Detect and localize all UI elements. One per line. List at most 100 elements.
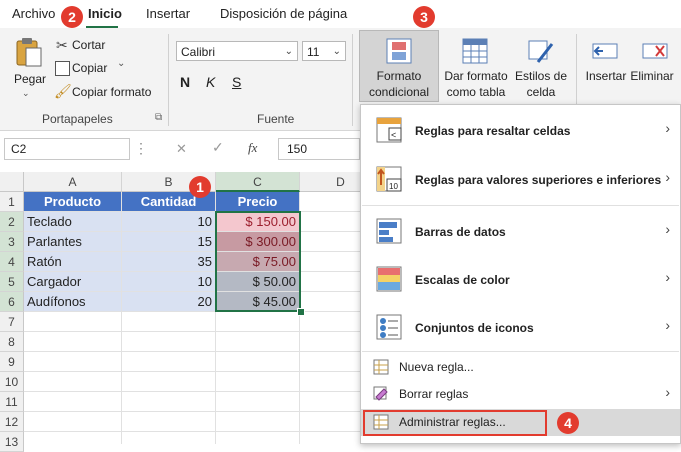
fx-button[interactable]: fx [248, 140, 257, 156]
svg-text:<: < [391, 130, 396, 140]
cancel-icon[interactable]: ✕ [176, 141, 187, 157]
copy-icon[interactable] [55, 61, 70, 76]
table-cell-qty[interactable]: 10 [122, 212, 216, 232]
italic-button[interactable]: K [206, 74, 215, 90]
row-header[interactable]: 11 [0, 392, 24, 412]
table-cell-price[interactable]: $ 75.00 [216, 252, 300, 272]
table-cell-qty[interactable]: 35 [122, 252, 216, 272]
fill-handle[interactable] [297, 308, 305, 316]
row-header[interactable]: 12 [0, 412, 24, 432]
table-header-cell[interactable]: Precio [216, 192, 300, 212]
formula-value: 150 [287, 142, 308, 156]
cell-styles-icon [528, 38, 554, 64]
bold-button[interactable]: N [180, 74, 190, 90]
delete-cells-icon [642, 38, 668, 64]
paste-icon[interactable] [14, 36, 44, 68]
row-header[interactable]: 13 [0, 432, 24, 452]
table-cell-product[interactable]: Cargador [24, 272, 122, 292]
select-all-corner[interactable] [0, 172, 24, 192]
chevron-right-icon: › [665, 169, 670, 185]
row-header[interactable]: 4 [0, 252, 24, 272]
icon-sets-label: Conjuntos de iconos [415, 321, 534, 335]
paste-button[interactable]: Pegar [14, 72, 46, 86]
more-options-icon[interactable]: ⋮ [134, 140, 148, 157]
copy-button[interactable]: Copiar [72, 61, 107, 75]
step-badge-2: 2 [61, 6, 83, 28]
chevron-right-icon: › [665, 317, 670, 333]
clipboard-group-label: Portapapeles [42, 112, 113, 126]
table-cell-product[interactable]: Parlantes [24, 232, 122, 252]
table-cell-product[interactable]: Ratón [24, 252, 122, 272]
dialog-launcher-icon[interactable]: ⧉ [155, 112, 162, 123]
row-header[interactable]: 1 [0, 192, 24, 212]
row-header[interactable]: 10 [0, 372, 24, 392]
table-cell-qty[interactable]: 20 [122, 292, 216, 312]
scissors-icon[interactable]: ✂ [56, 37, 68, 54]
new-rule-icon [373, 359, 389, 375]
menu-item-highlight-rules[interactable]: < Reglas para resaltar celdas › [361, 106, 680, 154]
row-header[interactable]: 7 [0, 312, 24, 332]
table-cell-qty[interactable]: 10 [122, 272, 216, 292]
data-bars-label: Barras de datos [415, 225, 506, 239]
format-as-table-label-1[interactable]: Dar formato [440, 68, 512, 84]
tab-insertar[interactable]: Insertar [146, 6, 190, 21]
menu-divider [362, 205, 679, 206]
font-size-select[interactable]: 11 ⌄ [302, 41, 346, 61]
column-header-a[interactable]: A [24, 172, 122, 192]
row-header[interactable]: 6 [0, 292, 24, 312]
divider [352, 34, 353, 126]
tab-disposicion-pagina[interactable]: Disposición de página [220, 6, 347, 21]
chevron-down-icon: ⌄ [284, 46, 293, 57]
table-cell-product[interactable]: Teclado [24, 212, 122, 232]
manage-rules-callout-box [363, 410, 547, 436]
paste-chevron-icon[interactable]: ⌄ [22, 88, 30, 99]
font-name-value: Calibri [181, 45, 216, 59]
insert-cells-icon [592, 38, 618, 64]
format-as-table-label-2[interactable]: como tabla [440, 84, 512, 100]
formula-input[interactable]: 150 [278, 138, 360, 160]
format-painter-icon[interactable]: 🖌 [54, 83, 72, 100]
copy-chevron-icon[interactable]: ⌄ [117, 58, 125, 69]
font-name-select[interactable]: Calibri ⌄ [176, 41, 298, 61]
conditional-format-label-2[interactable]: condicional [359, 84, 439, 100]
table-cell-price[interactable]: $ 50.00 [216, 272, 300, 292]
column-header-c[interactable]: C [216, 172, 300, 192]
tab-archivo[interactable]: Archivo [12, 6, 55, 21]
menu-item-icon-sets[interactable]: Conjuntos de iconos › [361, 303, 680, 351]
table-cell-qty[interactable]: 15 [122, 232, 216, 252]
step-badge-4: 4 [557, 412, 579, 434]
table-cell-price[interactable]: $ 300.00 [216, 232, 300, 252]
delete-button[interactable]: Eliminar [626, 68, 678, 84]
underline-button[interactable]: S [232, 74, 241, 90]
table-cell-price[interactable]: $ 45.00 [216, 292, 300, 312]
confirm-icon[interactable]: ✓ [212, 139, 224, 156]
font-size-value: 11 [307, 45, 320, 59]
menu-item-new-rule[interactable]: Nueva regla... [361, 355, 680, 379]
eraser-icon [373, 386, 389, 402]
cut-button[interactable]: Cortar [72, 38, 105, 52]
font-group-label: Fuente [257, 112, 295, 126]
step-badge-3: 3 [413, 6, 435, 28]
cell-styles-label-2[interactable]: celda [510, 84, 572, 100]
table-cell-price[interactable]: $ 150.00 [216, 212, 300, 232]
chevron-right-icon: › [665, 221, 670, 237]
row-header[interactable]: 5 [0, 272, 24, 292]
menu-item-clear-rules[interactable]: Borrar reglas › [361, 382, 680, 406]
row-header[interactable]: 9 [0, 352, 24, 372]
cell-styles-label-1[interactable]: Estilos de [510, 68, 572, 84]
insert-button[interactable]: Insertar [580, 68, 632, 84]
name-box[interactable]: C2 [4, 138, 130, 160]
highlight-rules-icon: < [375, 116, 403, 144]
tab-inicio[interactable]: Inicio [88, 6, 122, 21]
menu-item-color-scales[interactable]: Escalas de color › [361, 255, 680, 303]
table-cell-product[interactable]: Audífonos [24, 292, 122, 312]
row-header[interactable]: 2 [0, 212, 24, 232]
row-header[interactable]: 8 [0, 332, 24, 352]
conditional-format-label-1[interactable]: Formato [359, 68, 439, 84]
menu-item-data-bars[interactable]: Barras de datos › [361, 207, 680, 255]
row-header[interactable]: 3 [0, 232, 24, 252]
format-painter-button[interactable]: Copiar formato [72, 85, 151, 99]
table-header-cell[interactable]: Producto [24, 192, 122, 212]
menu-item-top-bottom-rules[interactable]: 10 Reglas para valores superiores e infe… [361, 155, 680, 203]
data-bars-icon [375, 217, 403, 245]
